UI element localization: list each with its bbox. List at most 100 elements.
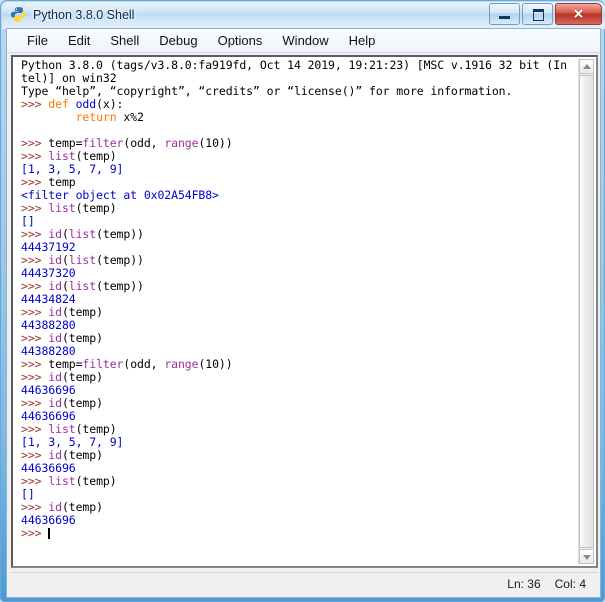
shell-segment: x%2 <box>123 110 144 124</box>
shell-segment: list <box>48 149 76 163</box>
shell-segment: (odd, <box>123 136 165 150</box>
scroll-up-button[interactable] <box>579 59 594 74</box>
shell-segment: >>> <box>21 305 49 319</box>
shell-segment: <filter object at 0x02A54FB8> <box>21 188 219 202</box>
shell-segment: (temp) <box>61 370 103 384</box>
shell-segment: 44636696 <box>21 513 76 527</box>
shell-segment: 44437192 <box>21 240 76 254</box>
shell-segment: Type “help”, “copyright”, “credits” or “… <box>21 84 513 98</box>
line-indicator: Ln: 36 <box>507 576 541 591</box>
shell-segment: >>> <box>21 201 49 215</box>
shell-segment: (temp) <box>75 474 117 488</box>
menu-item-help[interactable]: Help <box>339 31 386 50</box>
menu-item-options[interactable]: Options <box>208 31 273 50</box>
scroll-up-arrow-icon <box>582 63 591 69</box>
shell-segment: id <box>48 331 62 345</box>
shell-segment: >>> <box>21 357 49 371</box>
menu-item-edit[interactable]: Edit <box>58 31 100 50</box>
shell-segment: (x): <box>96 97 124 111</box>
shell-line: >>> id(temp) <box>21 501 578 514</box>
menu-item-debug[interactable]: Debug <box>149 31 207 50</box>
shell-segment: [] <box>21 214 35 228</box>
menu-bar: File Edit Shell Debug Options Window Hel… <box>7 29 600 53</box>
shell-line: >>> temp=filter(odd, range(10)) <box>21 358 578 371</box>
shell-segment: tel)] on win32 <box>21 71 117 85</box>
shell-line: return x%2 <box>21 111 578 124</box>
shell-segment: [] <box>21 487 35 501</box>
shell-segment: (temp) <box>75 422 117 436</box>
shell-line: >>> id(temp) <box>21 306 578 319</box>
shell-line: [1, 3, 5, 7, 9] <box>21 163 578 176</box>
shell-segment: list <box>68 253 97 267</box>
shell-line: >>> list(temp) <box>21 202 578 215</box>
shell-line: >>> id(temp) <box>21 397 578 410</box>
shell-segment: temp= <box>48 136 83 150</box>
maximize-icon <box>533 9 544 21</box>
shell-segment: (temp) <box>61 500 103 514</box>
shell-segment: (temp)) <box>96 253 144 267</box>
shell-segment: list <box>68 279 97 293</box>
shell-segment: ( <box>61 253 69 267</box>
shell-segment: list <box>48 474 76 488</box>
shell-line: >>> <box>21 527 578 540</box>
shell-segment: temp= <box>48 357 83 371</box>
menu-item-shell[interactable]: Shell <box>100 31 149 50</box>
shell-segment: >>> <box>21 474 49 488</box>
shell-segment: (temp) <box>61 396 103 410</box>
shell-segment: list <box>48 422 76 436</box>
shell-segment: >>> <box>21 253 49 267</box>
window-title: Python 3.8.0 Shell <box>33 7 135 22</box>
shell-segment: 44388280 <box>21 344 76 358</box>
shell-segment: >>> <box>21 149 49 163</box>
title-bar[interactable]: Python 3.8.0 Shell ✕ <box>2 2 605 29</box>
shell-line: 44636696 <box>21 514 578 527</box>
maximize-button[interactable] <box>522 3 553 25</box>
shell-segment: filter <box>82 136 124 150</box>
shell-line: [] <box>21 488 578 501</box>
python-logo-icon <box>10 6 27 23</box>
shell-segment: >>> <box>21 175 49 189</box>
shell-segment: >>> <box>21 136 49 150</box>
shell-segment <box>21 110 76 124</box>
shell-segment: 44636696 <box>21 383 76 397</box>
menu-item-window[interactable]: Window <box>272 31 338 50</box>
minimize-button[interactable] <box>489 3 520 25</box>
shell-segment: (temp) <box>61 305 103 319</box>
shell-line: >>> id(list(temp)) <box>21 254 578 267</box>
shell-segment: (temp)) <box>96 227 144 241</box>
shell-segment: ( <box>61 279 69 293</box>
shell-output[interactable]: Python 3.8.0 (tags/v3.8.0:fa919fd, Oct 1… <box>21 59 578 540</box>
shell-segment: >>> <box>21 396 49 410</box>
shell-segment: (10)) <box>198 136 233 150</box>
shell-segment: 44437320 <box>21 266 76 280</box>
shell-segment: 44636696 <box>21 409 76 423</box>
shell-segment: [1, 3, 5, 7, 9] <box>21 162 124 176</box>
shell-segment: (temp) <box>75 201 117 215</box>
close-button[interactable]: ✕ <box>555 3 602 25</box>
column-indicator: Col: 4 <box>554 576 586 591</box>
shell-text-area[interactable]: Python 3.8.0 (tags/v3.8.0:fa919fd, Oct 1… <box>11 55 598 568</box>
scroll-down-button[interactable] <box>579 549 594 564</box>
shell-segment: return <box>75 110 124 124</box>
shell-segment: range <box>164 357 199 371</box>
shell-segment: id <box>48 279 62 293</box>
shell-segment: list <box>68 227 97 241</box>
shell-line: >>> id(temp) <box>21 371 578 384</box>
shell-segment: >>> <box>21 279 49 293</box>
shell-segment: def <box>48 97 76 111</box>
shell-segment: id <box>48 396 62 410</box>
scroll-down-arrow-icon <box>582 554 591 560</box>
shell-segment: >>> <box>21 370 49 384</box>
text-caret <box>48 528 51 539</box>
vertical-scrollbar[interactable] <box>578 59 594 564</box>
scrollbar-thumb[interactable] <box>579 75 594 548</box>
shell-segment: list <box>48 201 76 215</box>
idle-shell-window: Python 3.8.0 Shell ✕ File Edit Shell Deb… <box>0 0 605 602</box>
close-icon: ✕ <box>573 6 584 22</box>
shell-segment: id <box>48 227 62 241</box>
menu-item-file[interactable]: File <box>17 31 58 50</box>
shell-segment: id <box>48 448 62 462</box>
shell-segment: range <box>164 136 199 150</box>
shell-segment: [1, 3, 5, 7, 9] <box>21 435 124 449</box>
shell-segment: id <box>48 370 62 384</box>
